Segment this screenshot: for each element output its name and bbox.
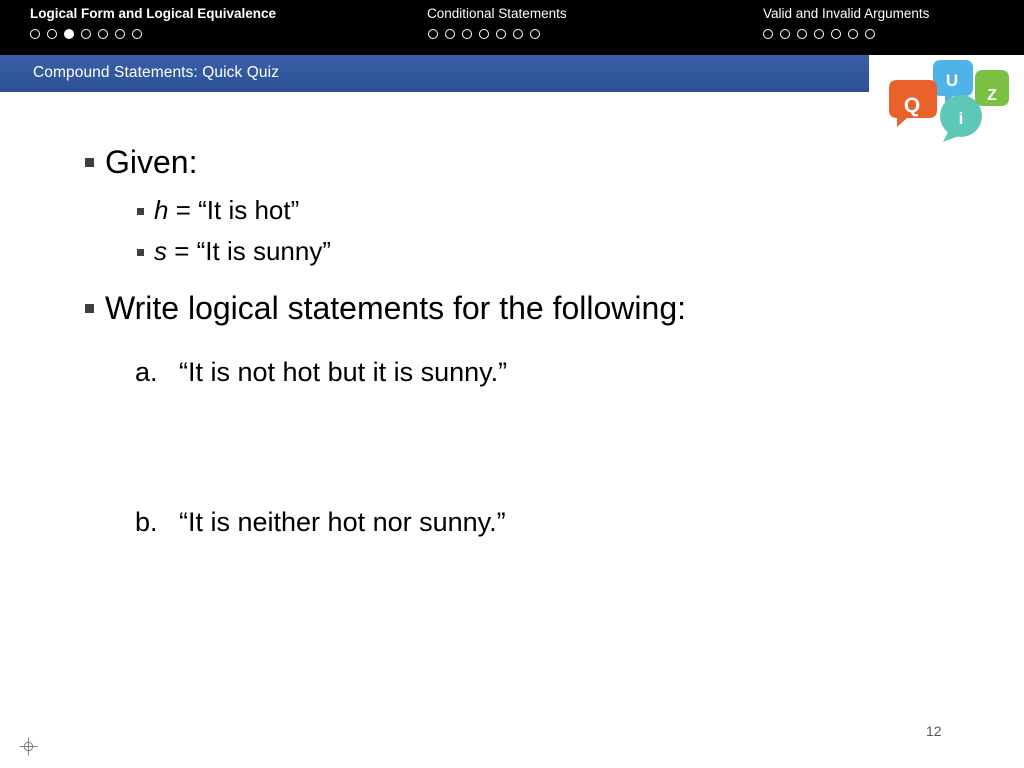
question-text-a: “It is not hot but it is sunny.” bbox=[179, 357, 508, 387]
progress-dot[interactable] bbox=[780, 29, 790, 39]
definition-line-h: h = “It is hot” bbox=[137, 195, 299, 226]
nav-progress-dots bbox=[428, 29, 540, 39]
progress-dot[interactable] bbox=[763, 29, 773, 39]
progress-dot[interactable] bbox=[462, 29, 472, 39]
page-number: 12 bbox=[926, 723, 942, 739]
progress-dot[interactable] bbox=[479, 29, 489, 39]
progress-dot[interactable] bbox=[115, 29, 125, 39]
top-navigation-bar: Logical Form and Logical Equivalence Con… bbox=[0, 0, 1024, 55]
progress-dot[interactable] bbox=[530, 29, 540, 39]
nav-progress-dots bbox=[30, 29, 142, 39]
question-text-b: “It is neither hot nor sunny.” bbox=[179, 507, 506, 537]
nav-progress-dots bbox=[763, 29, 875, 39]
progress-dot[interactable] bbox=[445, 29, 455, 39]
progress-dot[interactable] bbox=[831, 29, 841, 39]
slide-content: Given: h = “It is hot” s = “It is sunny”… bbox=[0, 92, 1024, 692]
progress-dot[interactable] bbox=[797, 29, 807, 39]
nav-section-title: Logical Form and Logical Equivalence bbox=[30, 6, 277, 21]
definition-text-s: = “It is sunny” bbox=[174, 236, 332, 266]
nav-section-title: Conditional Statements bbox=[427, 6, 567, 21]
instruction-bullet-line: Write logical statements for the followi… bbox=[85, 290, 686, 327]
definition-line-s: s = “It is sunny” bbox=[137, 236, 331, 267]
bullet-square-icon bbox=[85, 158, 94, 167]
registration-mark-icon bbox=[19, 737, 38, 756]
instruction-text: Write logical statements for the followi… bbox=[105, 290, 686, 326]
progress-dot[interactable] bbox=[428, 29, 438, 39]
progress-dot[interactable] bbox=[496, 29, 506, 39]
given-bullet-line: Given: bbox=[85, 144, 197, 181]
slide-subheader-title: Compound Statements: Quick Quiz bbox=[33, 64, 280, 81]
question-item-b: b. “It is neither hot nor sunny.” bbox=[135, 507, 506, 538]
definition-symbol-s: s bbox=[154, 236, 167, 266]
definition-symbol-h: h bbox=[154, 195, 169, 225]
bullet-square-icon bbox=[85, 304, 94, 313]
slide-subheader-bar: Compound Statements: Quick Quiz bbox=[0, 55, 869, 92]
bullet-square-icon bbox=[137, 208, 144, 215]
question-item-a: a. “It is not hot but it is sunny.” bbox=[135, 357, 507, 388]
progress-dot[interactable] bbox=[30, 29, 40, 39]
progress-dot[interactable] bbox=[814, 29, 824, 39]
bullet-square-icon bbox=[137, 249, 144, 256]
progress-dot[interactable] bbox=[513, 29, 523, 39]
progress-dot[interactable] bbox=[47, 29, 57, 39]
progress-dot[interactable] bbox=[132, 29, 142, 39]
question-label-b: b. bbox=[135, 507, 158, 537]
svg-text:U: U bbox=[946, 71, 958, 90]
given-label: Given: bbox=[105, 144, 198, 180]
progress-dot[interactable] bbox=[848, 29, 858, 39]
progress-dot[interactable] bbox=[81, 29, 91, 39]
question-label-a: a. bbox=[135, 357, 158, 387]
progress-dot-active[interactable] bbox=[64, 29, 74, 39]
progress-dot[interactable] bbox=[98, 29, 108, 39]
progress-dot[interactable] bbox=[865, 29, 875, 39]
definition-text-h: = “It is hot” bbox=[175, 195, 300, 225]
nav-section-title: Valid and Invalid Arguments bbox=[763, 6, 930, 21]
